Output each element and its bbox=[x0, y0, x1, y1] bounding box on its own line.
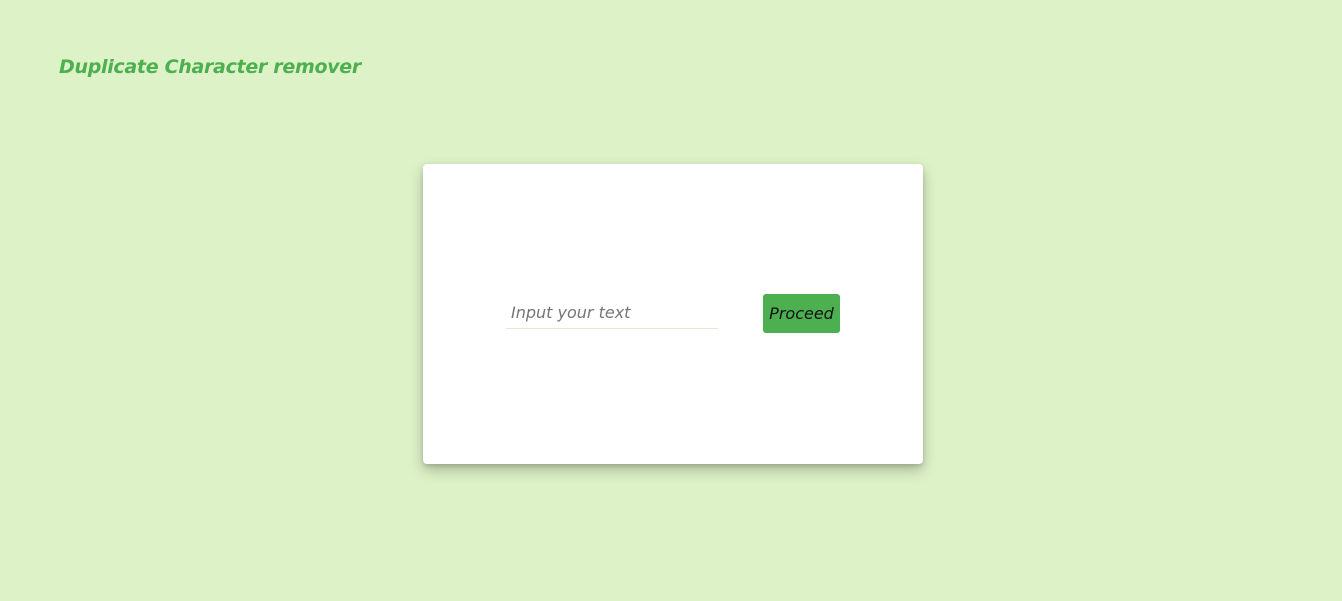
proceed-button[interactable]: Proceed bbox=[763, 294, 840, 333]
text-input[interactable] bbox=[506, 296, 718, 329]
main-card: Proceed bbox=[423, 164, 923, 464]
page-title: Duplicate Character remover bbox=[59, 56, 361, 78]
